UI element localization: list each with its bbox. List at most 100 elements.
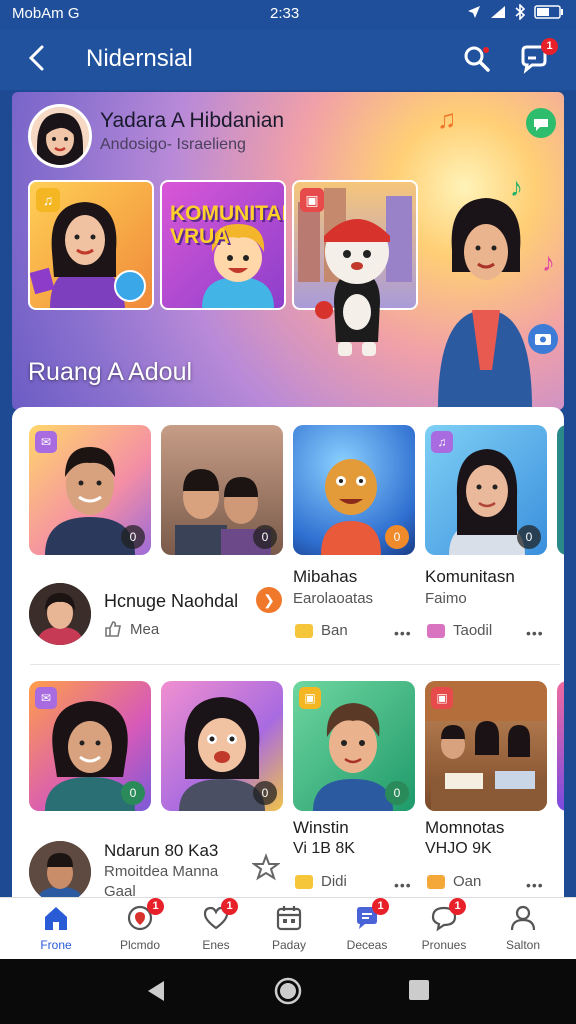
status-bar: MobAm G 2:33 — [0, 0, 576, 30]
user-meta: Mea — [104, 620, 159, 638]
user-meta: Gaal — [104, 883, 136, 897]
content-panel: ✉ 0 0 0 ♫ 0 Hcnuge Naohdal ❯ Mea Mibahas… — [12, 407, 564, 897]
video-tile[interactable]: ▣ — [425, 681, 547, 811]
verified-icon: ❯ — [256, 587, 282, 613]
video-tile-partial[interactable] — [557, 681, 564, 811]
item-title[interactable]: Winstin — [293, 818, 349, 838]
video-tile[interactable]: 0 — [293, 425, 415, 555]
photo-tag-icon: ▣ — [299, 687, 321, 709]
nav-badge: 1 — [449, 898, 466, 915]
hero-card[interactable]: ♫ — [28, 180, 154, 310]
bluetooth-icon — [515, 4, 525, 20]
shop-icon — [114, 270, 146, 302]
like-icon — [105, 621, 121, 637]
music-tag-icon: ♫ — [431, 431, 453, 453]
tile-badge: 0 — [253, 781, 277, 805]
carrier-label: MobAm G — [12, 5, 80, 22]
location-arrow-icon — [468, 6, 480, 18]
nav-badge: 1 — [372, 898, 389, 915]
calendar-icon — [276, 906, 302, 931]
video-tile[interactable]: ▣ 0 — [293, 681, 415, 811]
item-meta: Taodil — [427, 622, 492, 639]
nav-home[interactable]: Frone — [15, 898, 97, 960]
user-avatar[interactable] — [29, 841, 91, 897]
home-icon — [45, 907, 67, 930]
star-icon[interactable] — [252, 853, 280, 881]
nav-label: Enes — [202, 938, 230, 952]
hero-title: Ruang A Adoul — [28, 358, 193, 386]
item-meta: Didi — [295, 873, 347, 890]
item-title[interactable]: Momnotas — [425, 818, 504, 838]
user-subtitle: Rmoitdea Manna — [104, 863, 219, 880]
nav-badge: 1 — [147, 898, 164, 915]
system-back-icon[interactable] — [144, 979, 168, 1003]
profile-icon — [510, 905, 536, 931]
battery-icon — [534, 5, 563, 19]
mascot-illustration — [315, 219, 390, 356]
hero-name: Yadara A Hibdanian — [100, 109, 285, 132]
item-type-icon — [295, 874, 313, 889]
hero-subtitle: Andosigo- Israelieng — [100, 136, 246, 153]
clock: 2:33 — [270, 5, 300, 22]
search-icon[interactable] — [462, 44, 492, 74]
nav-favorites[interactable]: 1 Enes — [175, 898, 257, 960]
chat-bubble-icon — [526, 108, 556, 138]
more-options-icon[interactable]: ••• — [526, 625, 544, 641]
item-subtitle: Vi 1B 8K — [293, 840, 355, 857]
item-type-icon — [295, 623, 313, 638]
hero-card-girl — [428, 180, 538, 408]
tile-badge: 0 — [121, 525, 145, 549]
nav-profile[interactable]: Salton — [482, 898, 564, 960]
nav-places[interactable]: 1 Plcmdo — [99, 898, 181, 960]
nav-label: Frone — [40, 938, 72, 952]
item-title[interactable]: Mibahas — [293, 567, 357, 587]
user-avatar[interactable] — [29, 583, 91, 645]
photo-tag-icon: ▣ — [431, 687, 453, 709]
video-tile[interactable]: 0 — [161, 681, 283, 811]
tile-badge: 0 — [385, 525, 409, 549]
item-subtitle: VHJO 9K — [425, 840, 492, 857]
divider — [30, 664, 560, 665]
back-arrow-icon[interactable] — [26, 44, 48, 72]
komunitas-card-text: KOMUNITAN VRUA — [170, 202, 286, 248]
app-bar: Nidernsial 1 — [0, 30, 576, 90]
hero-card-komunitas[interactable]: KOMUNITAN VRUA — [160, 180, 286, 310]
nav-messages[interactable]: 1 Pronues — [403, 898, 485, 960]
nav-label: Deceas — [346, 938, 388, 952]
more-options-icon[interactable]: ••• — [394, 877, 412, 893]
bottom-navigation: Frone 1 Plcmdo 1 Enes Paday 1 Deceas 1 P… — [0, 897, 576, 960]
item-title[interactable]: Komunitasn — [425, 567, 515, 587]
video-tile-partial[interactable] — [557, 425, 564, 555]
more-options-icon[interactable]: ••• — [394, 625, 412, 641]
system-home-icon[interactable] — [273, 976, 303, 1006]
video-tile[interactable]: 0 — [161, 425, 283, 555]
nav-label: Paday — [271, 938, 307, 952]
user-name[interactable]: Ndarun 80 Ka3 — [104, 841, 218, 861]
nav-label: Pronues — [421, 938, 467, 952]
music-note-icon: ♫ — [437, 104, 457, 134]
music-note-icon: ♪ — [542, 247, 555, 277]
user-name[interactable]: Hcnuge Naohdal — [104, 591, 238, 612]
chat-tag-icon: ✉ — [35, 687, 57, 709]
video-tile[interactable]: ♫ 0 — [425, 425, 547, 555]
music-tag-icon: ♫ — [36, 188, 60, 212]
status-icons — [467, 4, 564, 20]
more-options-icon[interactable]: ••• — [526, 877, 544, 893]
tile-badge: 0 — [253, 525, 277, 549]
nav-discuss[interactable]: 1 Deceas — [326, 898, 408, 960]
nav-label: Plcmdo — [119, 938, 160, 952]
system-recents-icon[interactable] — [408, 979, 430, 1001]
tile-badge: 0 — [121, 781, 145, 805]
nav-calendar[interactable]: Paday — [248, 898, 330, 960]
video-tile[interactable]: ✉ 0 — [29, 425, 151, 555]
item-subtitle: Faimo — [425, 590, 467, 607]
item-type-icon — [427, 623, 445, 638]
nav-badge: 1 — [221, 898, 238, 915]
item-type-icon — [427, 874, 445, 889]
hero-banner[interactable]: Yadara A Hibdanian Andosigo- Israelieng … — [12, 92, 564, 410]
chat-button[interactable]: 1 — [518, 38, 558, 76]
chat-badge: 1 — [541, 38, 558, 55]
item-subtitle: Earolaoatas — [293, 590, 374, 607]
video-tile[interactable]: ✉ 0 — [29, 681, 151, 811]
hero-avatar[interactable] — [28, 104, 92, 168]
